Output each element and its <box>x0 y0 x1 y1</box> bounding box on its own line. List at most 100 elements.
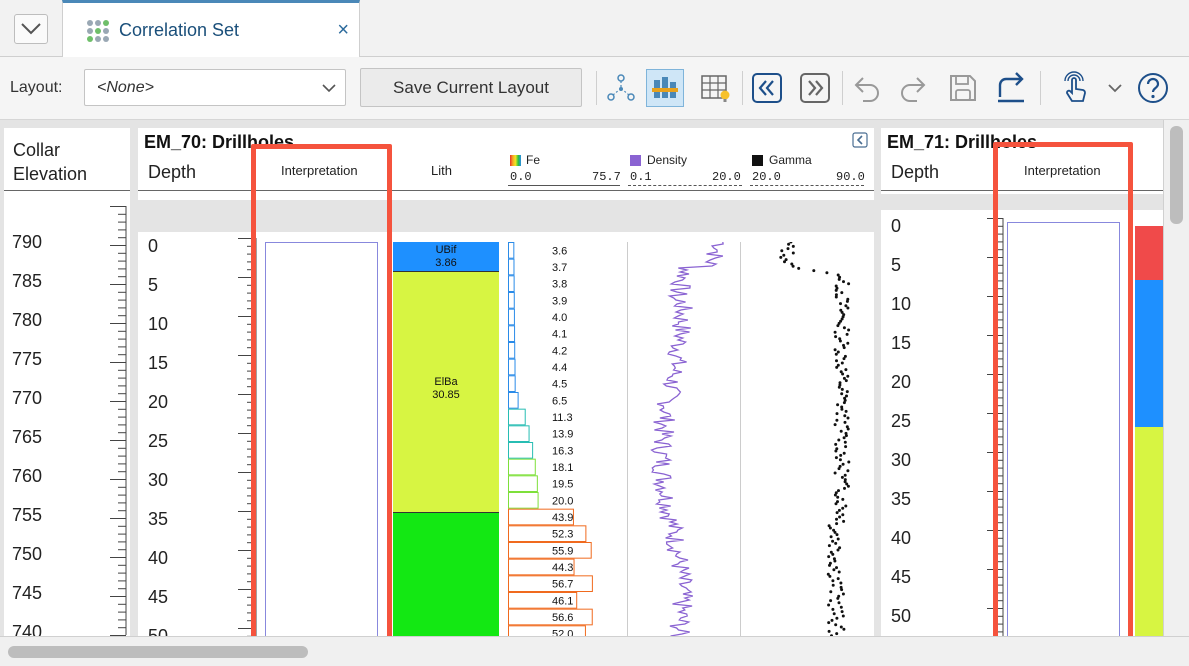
gamma-point <box>832 568 836 572</box>
lith-value: 30.85 <box>432 389 460 402</box>
gamma-point <box>835 418 839 422</box>
chevron-down-icon <box>21 23 41 35</box>
gamma-column <box>779 242 851 642</box>
lith-interval[interactable] <box>393 512 499 648</box>
network-icon[interactable] <box>602 69 640 107</box>
save-icon[interactable] <box>944 69 982 107</box>
columns-icon[interactable] <box>646 69 684 107</box>
density-log-line <box>650 241 724 643</box>
fe-legend-swatch <box>510 155 521 166</box>
undo-icon[interactable] <box>848 69 886 107</box>
gamma-point <box>835 616 839 620</box>
gamma-point <box>831 583 835 587</box>
close-icon[interactable]: × <box>337 20 349 40</box>
gamma-point <box>837 277 841 281</box>
horizontal-scrollbar-thumb[interactable] <box>8 646 308 658</box>
gamma-point <box>841 497 845 501</box>
gamma-point <box>846 427 850 431</box>
gamma-point <box>841 372 845 376</box>
lith-interval[interactable]: ElBa 30.85 <box>393 272 499 513</box>
toolbar-separator <box>596 71 597 105</box>
interpretation-highlight <box>251 144 392 654</box>
fe-value-label: 3.7 <box>552 262 567 274</box>
fe-bar <box>508 392 519 409</box>
gamma-point <box>836 403 840 407</box>
redo-icon[interactable] <box>894 69 932 107</box>
fe-bar <box>508 358 516 376</box>
lith-interval[interactable] <box>1135 427 1163 642</box>
lith-interval[interactable] <box>1135 280 1163 427</box>
depth-tick-label: 5 <box>148 275 159 295</box>
gamma-point <box>839 453 843 457</box>
lith-value: 3.86 <box>435 257 457 269</box>
touch-icon[interactable] <box>1056 69 1094 107</box>
vertical-scrollbar-thumb[interactable] <box>1170 126 1183 224</box>
header-divider <box>138 190 874 191</box>
gamma-point <box>840 588 844 592</box>
collapse-icon[interactable] <box>852 132 868 148</box>
first-icon[interactable] <box>748 69 786 107</box>
gamma-point <box>843 473 847 477</box>
horizontal-scrollbar[interactable] <box>0 636 1189 666</box>
gamma-point <box>830 618 834 622</box>
fe-bar <box>508 242 515 259</box>
hole-panel-em70: EM_70: Drillholes Depth Interpretation L… <box>138 128 874 648</box>
table-lightbulb-icon[interactable] <box>696 69 734 107</box>
export-icon[interactable] <box>992 69 1030 107</box>
tab-correlation-set[interactable]: Correlation Set × <box>62 0 360 57</box>
lith-code: UBif <box>435 244 457 256</box>
gamma-point <box>836 324 840 328</box>
gamma-point <box>847 460 851 464</box>
tab-strip: Correlation Set × <box>0 0 1189 57</box>
gamma-point <box>844 368 848 372</box>
gamma-point <box>834 288 838 292</box>
gamma-point <box>780 249 784 253</box>
fe-bar <box>508 375 516 392</box>
gamma-point <box>840 291 844 295</box>
lith-interval[interactable] <box>1135 226 1163 280</box>
gamma-point <box>833 423 837 427</box>
fe-scale-max: 75.7 <box>592 170 621 184</box>
gamma-point <box>828 574 832 578</box>
gamma-point <box>842 627 846 631</box>
density-scale-line <box>628 185 742 186</box>
gamma-point <box>843 420 847 424</box>
gamma-point <box>846 374 850 378</box>
fe-column: 3.6 3.7 3.8 3.9 4.0 4.1 4.2 4.4 4.5 6.5 11.3 13.9 16… <box>508 242 593 642</box>
gamma-point <box>833 471 837 475</box>
density-legend-swatch <box>630 155 641 166</box>
gamma-point <box>829 590 833 594</box>
gamma-point <box>829 535 833 539</box>
depth-tick-label: 15 <box>891 333 912 353</box>
gamma-point <box>836 537 840 541</box>
save-current-layout-button[interactable]: Save Current Layout <box>360 68 582 107</box>
depth-header: Depth <box>891 162 940 182</box>
depth-tick-label: 50 <box>891 606 912 626</box>
vertical-scrollbar[interactable] <box>1163 120 1189 636</box>
gamma-point <box>828 526 832 530</box>
lith-column[interactable]: UBif 3.86 ElBa 30.85 <box>393 242 499 648</box>
density-legend-label: Density <box>647 153 688 167</box>
correlation-set-icon <box>87 20 109 42</box>
fe-value-label: 52.3 <box>552 529 573 541</box>
gamma-point <box>835 522 839 526</box>
gamma-point <box>833 493 837 497</box>
fe-bar <box>508 458 536 476</box>
gamma-point <box>833 348 837 352</box>
fe-value-label: 13.9 <box>552 429 573 441</box>
layout-select[interactable]: <None> <box>84 69 346 106</box>
fe-bar <box>508 608 593 626</box>
chevron-down-icon[interactable] <box>1100 69 1130 107</box>
gamma-point <box>829 599 833 603</box>
lith-code: ElBa <box>434 376 458 389</box>
gamma-point <box>789 242 793 244</box>
gamma-point <box>840 610 844 614</box>
last-icon[interactable] <box>796 69 834 107</box>
help-icon[interactable] <box>1134 69 1172 107</box>
gamma-point <box>786 247 790 251</box>
tab-menu-button[interactable] <box>14 14 48 44</box>
fe-bar <box>508 408 526 426</box>
fe-bar <box>508 275 515 292</box>
fe-bar <box>508 492 539 509</box>
lith-interval[interactable]: UBif 3.86 <box>393 242 499 273</box>
